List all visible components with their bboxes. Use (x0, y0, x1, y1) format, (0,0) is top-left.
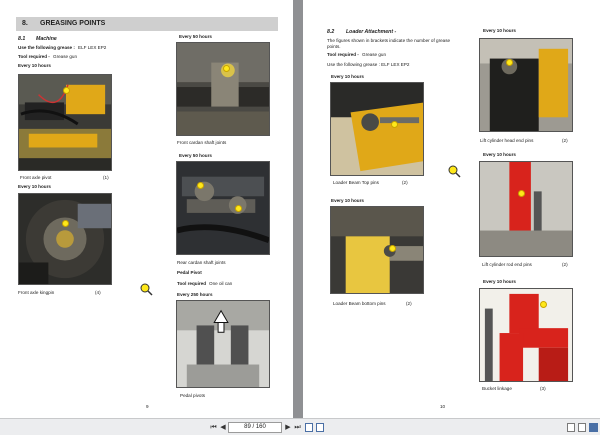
magnifier-icon[interactable] (448, 165, 461, 178)
last-page-button[interactable]: ⏭ (293, 422, 302, 433)
interval-label: Every 10 hours (483, 28, 516, 33)
photo-front-cardan-shaft (176, 42, 270, 136)
grease-text: Use the following grease : ELF LEX EP2 (327, 62, 410, 67)
magnifier-icon[interactable] (140, 283, 153, 296)
photo-pedal-pivots (176, 300, 270, 388)
interval-label: Every 250 hours (177, 292, 213, 297)
document-page-left: 8. GREASING POINTS 8.1 Machine Use the f… (0, 0, 293, 418)
interval-label: Every 10 hours (331, 198, 364, 203)
caption-pedal-pivots: Pedal pivots (180, 393, 206, 398)
caption-lift-cylinder-rod-end: Lift cylinder rod end pins (482, 262, 532, 267)
first-page-button[interactable]: ⏮ (209, 422, 218, 433)
interval-label: Every 10 hours (331, 74, 364, 79)
tool-label: Tool required - (327, 52, 359, 57)
grease-count: (1) (103, 175, 109, 180)
caption-front-axle-kingpin: Front axle kingpin (18, 290, 55, 295)
section-number: 8. (22, 20, 28, 27)
single-page-icon[interactable] (305, 423, 313, 432)
thumbnails-icon[interactable] (567, 423, 575, 432)
tool-value: One oil can (209, 281, 233, 286)
tool-value: Grease gun (362, 52, 387, 57)
caption-loader-beam-bottom-pins: Loader Beam bottom pins (333, 301, 386, 306)
grease-label: Use the following grease : (18, 45, 75, 50)
grease-point-marker (63, 87, 70, 94)
photo-loader-beam-bottom-pins (330, 206, 424, 294)
viewer-toolbar: ⏮ ◀ 89 / 160 ▶ ⏭ (0, 418, 600, 435)
photo-lift-cylinder-head-end (479, 38, 573, 132)
grease-count: (2) (406, 301, 412, 306)
grease-point-marker (223, 65, 230, 72)
two-page-icon[interactable] (316, 423, 324, 432)
page-number-input[interactable]: 89 / 160 (228, 422, 282, 433)
photo-rear-cardan-shaft (176, 161, 270, 255)
caption-front-axle-pivot: Front axle pivot (20, 175, 52, 180)
photo-bucket-linkage (479, 288, 573, 382)
grease-point-marker (540, 301, 547, 308)
tool-label: Tool required (177, 281, 207, 286)
photo-front-axle-kingpin (18, 193, 112, 285)
caption-loader-beam-top-pins: Loader Beam Top pins (333, 180, 379, 185)
intro-text: The figures shown in brackets indicate t… (327, 38, 451, 49)
caption-lift-cylinder-head-end: Lift cylinder head end pins (480, 138, 534, 143)
tool-value: Grease gun (53, 54, 78, 59)
caption-rear-cardan-shaft: Rear cardan shaft joints (177, 260, 226, 265)
caption-bucket-linkage: Bucket linkage (482, 386, 512, 391)
photo-loader-beam-top-pins (330, 82, 424, 176)
previous-page-button[interactable]: ◀ (219, 422, 227, 433)
interval-label: Every 10 hours (483, 279, 516, 284)
list-view-icon[interactable] (578, 423, 586, 432)
interval-label: Every 10 hours (483, 152, 516, 157)
grease-point-marker (197, 182, 204, 189)
fullscreen-icon[interactable] (589, 423, 598, 432)
page-number: 9 (146, 404, 149, 409)
grease-point-marker (391, 121, 398, 128)
tool-label: Tool required - (18, 54, 50, 59)
interval-label: Every 50 hours (179, 153, 212, 158)
grease-point-marker (62, 220, 69, 227)
interval-label: Every 10 hours (18, 63, 51, 68)
grease-point-marker (506, 59, 513, 66)
grease-point-marker (389, 245, 396, 252)
grease-count: (2) (402, 180, 408, 185)
grease-count: (3) (540, 386, 546, 391)
subsection-number: 8.2 (327, 29, 335, 35)
grease-value: ELF LEX EP2 (78, 45, 107, 50)
subsection-title: Loader Attachment - (346, 29, 397, 35)
photo-front-axle-pivot (18, 74, 112, 171)
subsection-title: Machine (36, 36, 57, 42)
document-page-right: 8.2 Loader Attachment - The figures show… (303, 0, 600, 418)
next-page-button[interactable]: ▶ (284, 422, 292, 433)
interval-label: Every 50 hours (179, 34, 212, 39)
photo-lift-cylinder-rod-end (479, 161, 573, 257)
grease-count: (2) (562, 138, 568, 143)
grease-count: (2) (562, 262, 568, 267)
interval-label: Every 10 hours (18, 184, 51, 189)
grease-count: (4) (95, 290, 101, 295)
grease-point-marker (235, 205, 242, 212)
grease-point-marker (518, 190, 525, 197)
pedal-pivot-heading: Pedal Pivot (177, 270, 202, 275)
caption-front-cardan-shaft: Front cardan shaft joints (177, 140, 227, 145)
page-number: 10 (440, 404, 446, 409)
subsection-number: 8.1 (18, 36, 26, 42)
section-title: GREASING POINTS (40, 20, 106, 27)
